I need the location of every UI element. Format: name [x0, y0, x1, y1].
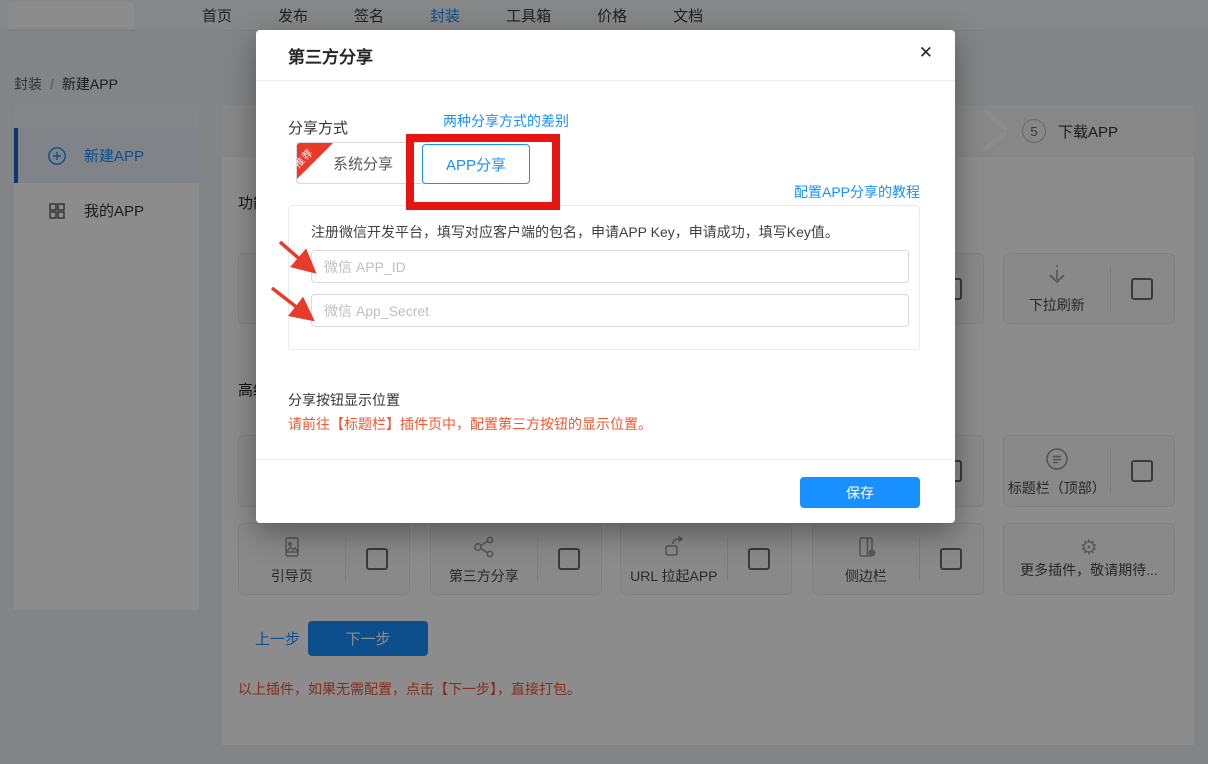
share-button-position-note: 请前往【标题栏】插件页中，配置第三方按钮的显示位置。 — [288, 414, 652, 434]
share-method-diff-link[interactable]: 两种分享方式的差别 — [443, 111, 569, 131]
tab-label: APP分享 — [446, 154, 506, 175]
third-party-share-modal: 第三方分享 ✕ 分享方式 两种分享方式的差别 推荐 系统分享 APP分享 配置A… — [256, 30, 955, 523]
wechat-instruction: 注册微信开发平台，填写对应客户端的包名，申请APP Key，申请成功，填写Key… — [311, 222, 839, 242]
wechat-config-panel: 注册微信开发平台，填写对应客户端的包名，申请APP Key，申请成功，填写Key… — [288, 205, 920, 350]
ribbon-label: 推荐 — [296, 144, 316, 170]
share-button-position-label: 分享按钮显示位置 — [288, 390, 400, 410]
recommended-ribbon: 推荐 — [296, 142, 334, 180]
tab-label: 系统分享 — [333, 153, 393, 174]
app-share-tutorial-link[interactable]: 配置APP分享的教程 — [794, 182, 920, 202]
modal-header: 第三方分享 ✕ — [256, 30, 955, 81]
save-button[interactable]: 保存 — [800, 477, 920, 508]
wechat-appsecret-input[interactable] — [311, 294, 909, 327]
wechat-appid-input[interactable] — [311, 250, 909, 283]
close-icon[interactable]: ✕ — [919, 43, 933, 63]
modal-title: 第三方分享 — [288, 43, 373, 68]
modal-footer-divider — [256, 459, 955, 460]
tab-app-share[interactable]: APP分享 — [422, 144, 530, 184]
share-method-label: 分享方式 — [288, 117, 348, 138]
tab-system-share[interactable]: 推荐 系统分享 — [296, 142, 430, 184]
